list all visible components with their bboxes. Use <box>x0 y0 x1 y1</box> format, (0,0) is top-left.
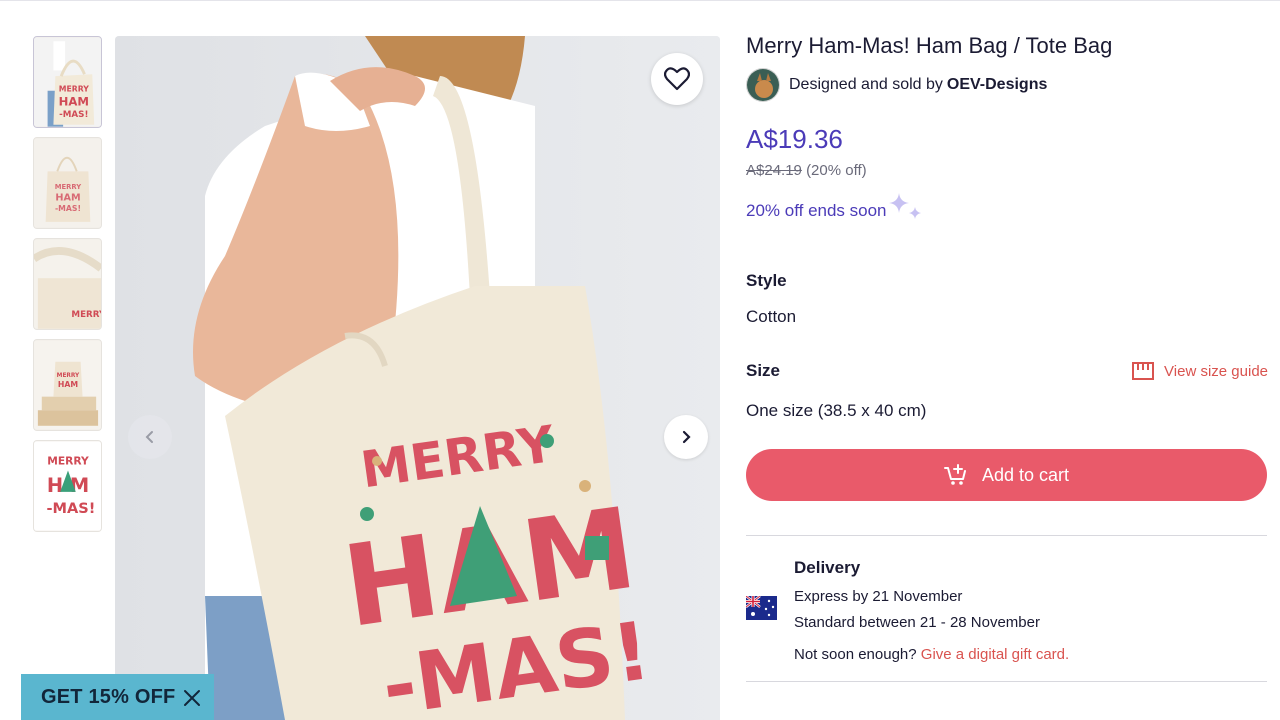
promo-banner[interactable]: GET 15% OFF <box>21 674 214 720</box>
delivery-express: Express by 21 November <box>794 588 963 605</box>
sale-ends-text: 20% off ends soon <box>746 201 887 220</box>
size-label: Size <box>746 361 781 380</box>
svg-text:-MAS!: -MAS! <box>46 500 95 517</box>
delivery-info: Delivery Express by 21 November Standard… <box>794 558 1069 663</box>
australia-flag-icon <box>746 596 777 620</box>
product-title: Merry Ham-Mas! Ham Bag / Tote Bag <box>746 33 1113 58</box>
ruler-icon <box>1132 362 1155 380</box>
sale-ends-row: 20% off ends soon <box>746 193 1268 227</box>
seller-avatar[interactable] <box>746 68 780 102</box>
divider <box>746 535 1267 536</box>
svg-text:MERRY: MERRY <box>47 455 89 468</box>
promo-label: GET 15% OFF <box>41 685 176 708</box>
old-price-row: A$24.19 (20% off) <box>746 162 1268 179</box>
svg-text:MERRY: MERRY <box>55 183 81 191</box>
discount-label: (20% off) <box>806 162 867 179</box>
svg-text:MERRY: MERRY <box>59 85 90 94</box>
thumbnail-2[interactable]: MERRY HAM -MAS! <box>33 137 102 229</box>
thumbnail-3[interactable]: MERRY <box>33 238 102 330</box>
seller-prefix: Designed and sold by <box>789 76 943 93</box>
svg-text:-MAS!: -MAS! <box>55 204 81 213</box>
product-photo: MERRY HAM -MAS! <box>115 36 720 720</box>
old-price: A$24.19 <box>746 162 802 179</box>
top-border <box>0 0 1280 1</box>
add-to-cart-button[interactable]: Add to cart <box>746 449 1267 501</box>
previous-image-button[interactable] <box>128 415 172 459</box>
delivery-title: Delivery <box>794 558 861 577</box>
product-details: Merry Ham-Mas! Ham Bag / Tote Bag Design… <box>746 30 1268 682</box>
seller-info: Designed and sold by OEV-Designs <box>746 68 1268 102</box>
gift-prefix: Not soon enough? <box>794 646 917 663</box>
delivery-section: Delivery Express by 21 November Standard… <box>746 558 1268 663</box>
chevron-left-icon <box>145 431 153 443</box>
thumbnail-1[interactable]: MERRY HAM -MAS! <box>33 36 102 128</box>
thumbnail-strip: MERRY HAM -MAS! MERRY HAM -MAS! MERRY ME <box>33 36 103 541</box>
gift-card-link[interactable]: Give a digital gift card. <box>921 646 1069 663</box>
divider <box>746 681 1267 682</box>
thumbnail-5[interactable]: MERRY H M -MAS! <box>33 440 102 532</box>
svg-text:HAM: HAM <box>55 192 80 203</box>
heart-icon <box>664 67 690 91</box>
svg-text:MERRY: MERRY <box>71 310 101 320</box>
gift-card-row: Not soon enough? Give a digital gift car… <box>794 646 1069 663</box>
current-price: A$19.36 <box>746 124 843 154</box>
svg-text:HAM: HAM <box>58 380 78 389</box>
view-size-guide-link[interactable]: View size guide <box>1132 362 1268 380</box>
thumbnail-4[interactable]: MERRY HAM <box>33 339 102 431</box>
svg-text:HAM: HAM <box>59 94 89 108</box>
size-value: One size (38.5 x 40 cm) <box>746 401 927 420</box>
svg-text:MERRY: MERRY <box>57 373 80 379</box>
style-label: Style <box>746 271 787 290</box>
next-image-button[interactable] <box>664 415 708 459</box>
size-row: Size View size guide <box>746 361 1268 381</box>
delivery-standard: Standard between 21 - 28 November <box>794 614 1040 631</box>
view-size-guide-label: View size guide <box>1164 362 1268 380</box>
cart-icon <box>943 464 966 485</box>
chevron-right-icon <box>682 430 691 444</box>
add-to-cart-label: Add to cart <box>981 464 1070 485</box>
sparkle-icon <box>888 193 921 219</box>
style-value: Cotton <box>746 307 797 326</box>
close-icon[interactable] <box>183 689 201 707</box>
seller-name-link[interactable]: OEV-Designs <box>947 76 1047 94</box>
svg-text:-MAS!: -MAS! <box>59 110 88 120</box>
favorite-button[interactable] <box>651 53 703 105</box>
main-product-image[interactable]: MERRY HAM -MAS! <box>115 36 720 720</box>
